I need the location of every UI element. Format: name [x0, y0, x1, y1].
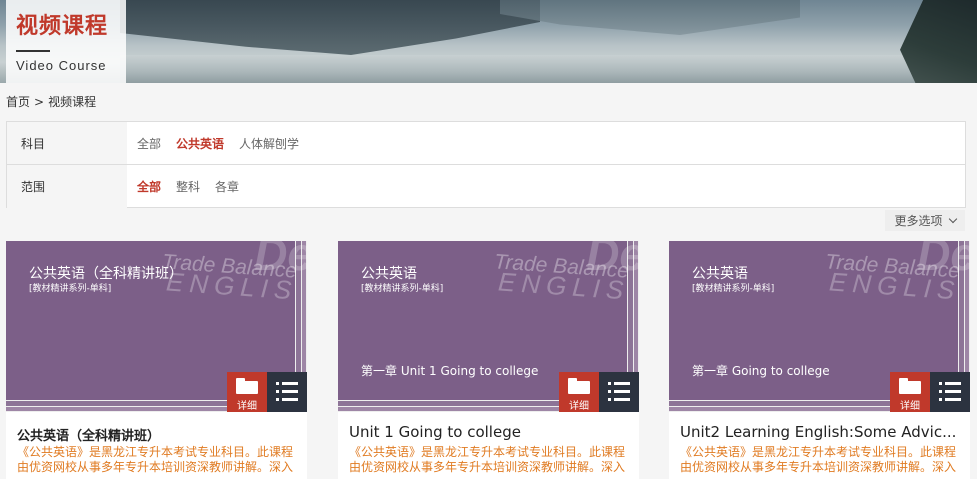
- more-options-button[interactable]: 更多选项: [885, 210, 965, 231]
- filter-panel: 科目 全部 公共英语 人体解刨学 范围 全部 整科 各章: [6, 121, 966, 208]
- page-subtitle: Video Course: [16, 58, 107, 73]
- title-divider: [16, 50, 50, 52]
- course-cover[interactable]: De Trade Balance ENGLIS 公共英语（全科精讲班） [教材精…: [6, 241, 307, 412]
- cover-subtitle: [教材精讲系列-单科]: [29, 284, 112, 294]
- detail-button-label: 详细: [237, 401, 257, 412]
- filter-options-subject: 全部 公共英语 人体解刨学: [127, 135, 299, 152]
- filter-option-subject-anatomy[interactable]: 人体解刨学: [239, 135, 299, 152]
- filter-option-subject-english[interactable]: 公共英语: [176, 135, 224, 152]
- filter-row-scope: 范围 全部 整科 各章: [7, 165, 965, 208]
- filter-label-scope: 范围: [7, 165, 127, 208]
- detail-button-label: 详细: [900, 401, 920, 412]
- list-button[interactable]: [599, 372, 639, 412]
- cover-title: 公共英语（全科精讲班）: [29, 266, 183, 282]
- filter-option-scope-chapter[interactable]: 各章: [215, 178, 239, 195]
- filter-row-subject: 科目 全部 公共英语 人体解刨学: [7, 122, 965, 165]
- filter-option-scope-whole[interactable]: 整科: [176, 178, 200, 195]
- cover-subtitle: [教材精讲系列-单科]: [692, 284, 775, 294]
- breadcrumb-home-link[interactable]: 首页: [6, 95, 30, 109]
- course-description: 《公共英语》是黑龙江专升本考试专业科目。此课程由优资网校从事多年专升本培训资深教…: [680, 445, 957, 474]
- course-title[interactable]: Unit2 Learning English:Some Advic...: [680, 423, 962, 441]
- detail-button[interactable]: 详细: [227, 372, 267, 412]
- course-title[interactable]: 公共英语（全科精讲班）: [17, 425, 299, 444]
- page-title: 视频课程: [16, 14, 109, 39]
- course-card[interactable]: De Trade Balance ENGLIS 公共英语 [教材精讲系列-单科]…: [338, 241, 639, 479]
- course-description: 《公共英语》是黑龙江专升本考试专业科目。此课程由优资网校从事多年专升本培训资深教…: [349, 445, 626, 474]
- breadcrumb-separator: >: [34, 95, 45, 109]
- course-title[interactable]: Unit 1 Going to college: [349, 423, 631, 441]
- course-card[interactable]: De Trade Balance ENGLIS 公共英语（全科精讲班） [教材精…: [6, 241, 307, 479]
- list-button[interactable]: [267, 372, 307, 412]
- detail-button[interactable]: 详细: [559, 372, 599, 412]
- breadcrumb-current: 视频课程: [48, 95, 97, 109]
- folder-icon: [236, 378, 258, 394]
- course-card[interactable]: De Trade Balance ENGLIS 公共英语 [教材精讲系列-单科]…: [669, 241, 970, 479]
- banner-mountain: [500, 0, 800, 35]
- detail-button-label: 详细: [569, 401, 589, 412]
- filter-option-scope-all[interactable]: 全部: [137, 178, 161, 195]
- filter-options-scope: 全部 整科 各章: [127, 178, 239, 195]
- cover-subtitle: [教材精讲系列-单科]: [361, 284, 444, 294]
- breadcrumb: 首页 > 视频课程: [6, 93, 96, 110]
- chevron-down-icon: [948, 214, 957, 224]
- banner-title-box: 视频课程 Video Course: [6, 0, 126, 83]
- filter-label-subject: 科目: [7, 122, 127, 164]
- banner-cliff: [900, 0, 977, 83]
- more-options-label: 更多选项: [894, 214, 943, 228]
- banner-lake: [120, 55, 940, 83]
- detail-button[interactable]: 详细: [890, 372, 930, 412]
- page-banner: 视频课程 Video Course: [0, 0, 977, 83]
- folder-icon: [568, 378, 590, 394]
- cover-title: 公共英语: [692, 266, 748, 282]
- cover-title: 公共英语: [361, 266, 417, 282]
- folder-icon: [899, 378, 921, 394]
- cover-chapter: 第一章 Unit 1 Going to college: [361, 364, 539, 378]
- banner-mountain: [120, 0, 540, 55]
- course-cover[interactable]: De Trade Balance ENGLIS 公共英语 [教材精讲系列-单科]…: [338, 241, 639, 412]
- list-button[interactable]: [930, 372, 970, 412]
- filter-option-subject-all[interactable]: 全部: [137, 135, 161, 152]
- cover-chapter: 第一章 Going to college: [692, 364, 830, 378]
- course-cover[interactable]: De Trade Balance ENGLIS 公共英语 [教材精讲系列-单科]…: [669, 241, 970, 412]
- course-description: 《公共英语》是黑龙江专升本考试专业科目。此课程由优资网校从事多年专升本培训资深教…: [17, 445, 294, 474]
